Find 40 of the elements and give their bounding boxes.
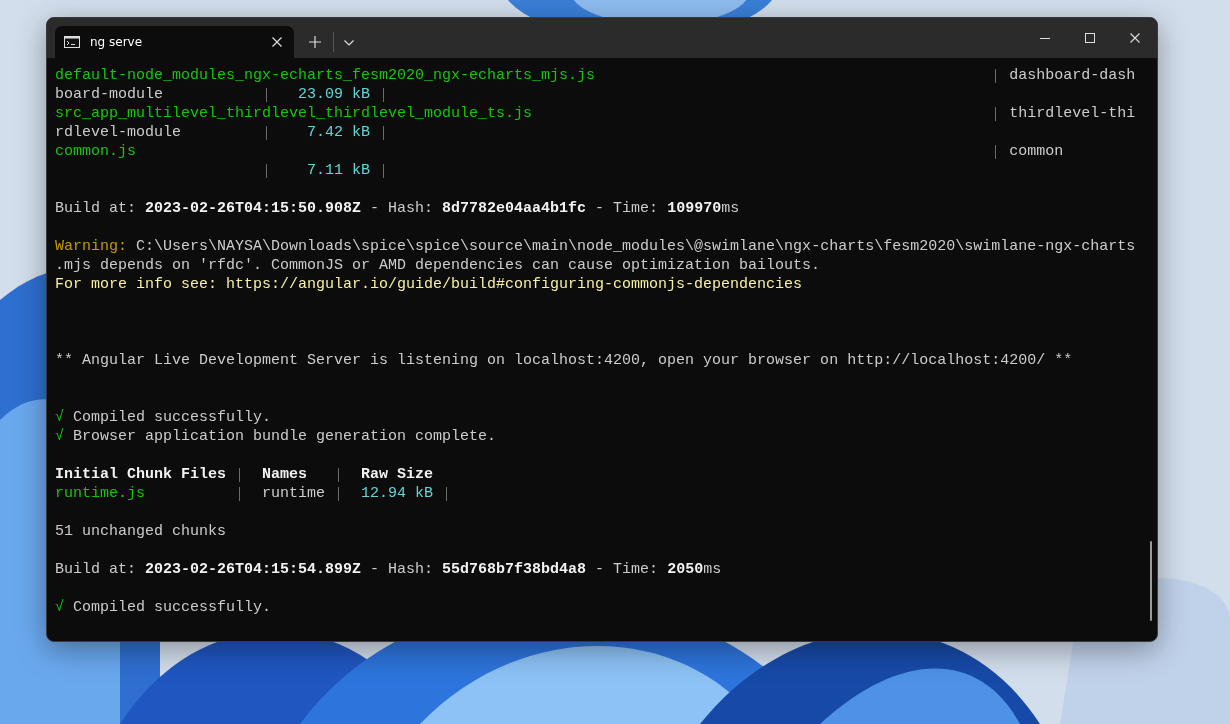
terminal-icon bbox=[64, 36, 80, 48]
chunk-size: 7.11 kB bbox=[307, 161, 371, 180]
output-text: ** Angular Live Development Server is listening on localhost:4200, open your browser on http://localhost:4200/ ** bbox=[55, 351, 1073, 370]
column-header: Initial Chunk Files bbox=[55, 466, 227, 483]
plus-icon[interactable] bbox=[309, 36, 321, 48]
maximize-icon[interactable] bbox=[1085, 33, 1095, 43]
column-header: Names bbox=[262, 466, 308, 483]
chunk-name: rdlevel-module bbox=[55, 124, 182, 141]
chunk-name: runtime bbox=[262, 485, 326, 502]
close-icon[interactable] bbox=[272, 37, 282, 47]
file-name: default-node_modules_ngx-echarts_fesm2020_ngx-echarts_mjs.js bbox=[55, 66, 597, 85]
status-text: Compiled successfully. bbox=[73, 598, 272, 617]
scrollbar[interactable] bbox=[1150, 541, 1152, 621]
chunk-name: board-module bbox=[55, 86, 164, 103]
file-name: src_app_multilevel_thirdlevel_thirdlevel_module_ts.js bbox=[55, 104, 534, 123]
warning-label: Warning: bbox=[55, 237, 127, 256]
warning-text: C:\Users\NAYSA\Downloads\spice\spice\source\main\node_modules\@swimlane\ngx-charts\fesm2020\swimlane-ngx-charts bbox=[136, 237, 1136, 256]
chunk-name: thirdlevel-thi bbox=[1009, 104, 1136, 123]
status-text: Compiled successfully. bbox=[73, 408, 272, 427]
chunk-size: 7.42 kB bbox=[307, 123, 371, 142]
chunk-name: dashboard-dash bbox=[1009, 66, 1136, 85]
build-info: Build at: 2023-02-26T04:15:54.899Z - Hash: 55d768b7f38bd4a8 - Time: 2050ms bbox=[55, 560, 722, 579]
file-name: runtime.js bbox=[55, 485, 145, 502]
file-name: common.js bbox=[55, 142, 137, 161]
build-info: Build at: 2023-02-26T04:15:50.908Z - Hash: 8d7782e04aa4b1fc - Time: 109970ms bbox=[55, 199, 740, 218]
chunk-size: 23.09 kB bbox=[298, 85, 371, 104]
minimize-icon[interactable] bbox=[1040, 37, 1050, 39]
check-mark: √ bbox=[55, 408, 64, 427]
check-mark: √ bbox=[55, 598, 64, 617]
info-text: For more info see: https://angular.io/guide/build#configuring-commonjs-dependencies bbox=[55, 275, 803, 294]
status-text: Browser application bundle generation complete. bbox=[73, 427, 497, 446]
column-header: Raw Size bbox=[361, 465, 434, 484]
chunk-size: 12.94 kB bbox=[361, 484, 434, 503]
chevron-down-icon[interactable] bbox=[344, 40, 354, 46]
close-icon[interactable] bbox=[1130, 33, 1140, 43]
check-mark: √ bbox=[55, 427, 64, 446]
output-text: 51 unchanged chunks bbox=[55, 522, 227, 541]
chunk-name: common bbox=[1009, 142, 1064, 161]
output-text: .mjs depends on 'rfdc'. CommonJS or AMD dependencies can cause optimization bailouts. bbox=[55, 256, 821, 275]
tab[interactable]: ng serve bbox=[55, 26, 294, 58]
